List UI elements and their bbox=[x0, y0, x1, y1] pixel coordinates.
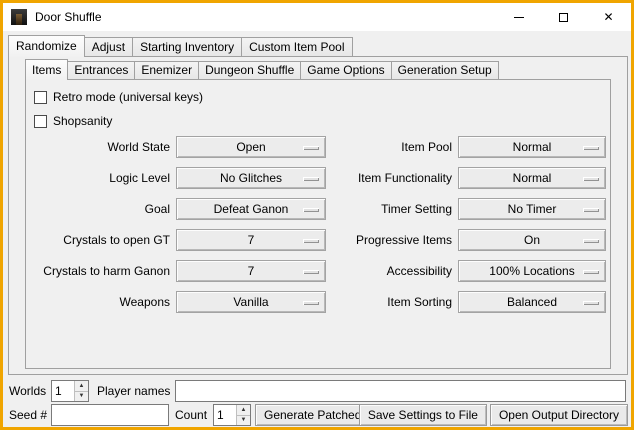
dropdown-indicator-icon bbox=[583, 177, 599, 181]
count-label: Count bbox=[175, 404, 207, 426]
tab-enemizer[interactable]: Enemizer bbox=[134, 61, 199, 79]
item-functionality-dropdown[interactable]: Normal bbox=[458, 167, 606, 189]
dropdown-indicator-icon bbox=[303, 270, 319, 274]
dropdown-indicator-icon bbox=[303, 208, 319, 212]
player-names-input[interactable] bbox=[175, 380, 626, 402]
shopsanity-label: Shopsanity bbox=[53, 114, 112, 128]
dropdown-indicator-icon bbox=[303, 301, 319, 305]
minimize-button[interactable] bbox=[496, 3, 541, 31]
shopsanity-checkbox[interactable]: Shopsanity bbox=[34, 114, 112, 128]
dropdown-indicator-icon bbox=[583, 208, 599, 212]
dropdown-indicator-icon bbox=[583, 270, 599, 274]
window-controls: ✕ bbox=[496, 3, 631, 31]
seed-input[interactable] bbox=[51, 404, 169, 426]
worlds-input[interactable] bbox=[52, 381, 74, 401]
item-sorting-dropdown[interactable]: Balanced bbox=[458, 291, 606, 313]
secondary-tab-bar: Items Entrances Enemizer Dungeon Shuffle… bbox=[25, 58, 498, 79]
logic-level-label: Logic Level bbox=[28, 167, 170, 189]
dropdown-value: Normal bbox=[513, 140, 552, 154]
world-state-dropdown[interactable]: Open bbox=[176, 136, 326, 158]
dropdown-indicator-icon bbox=[583, 301, 599, 305]
weapons-label: Weapons bbox=[28, 291, 170, 313]
item-pool-dropdown[interactable]: Normal bbox=[458, 136, 606, 158]
goal-label: Goal bbox=[28, 198, 170, 220]
dropdown-value: On bbox=[524, 233, 540, 247]
worlds-stepper[interactable]: ▲ ▼ bbox=[51, 380, 89, 402]
dropdown-indicator-icon bbox=[583, 239, 599, 243]
maximize-button[interactable] bbox=[541, 3, 586, 31]
tab-items[interactable]: Items bbox=[25, 59, 68, 80]
progressive-items-dropdown[interactable]: On bbox=[458, 229, 606, 251]
close-icon: ✕ bbox=[603, 11, 613, 23]
tab-randomize[interactable]: Randomize bbox=[8, 35, 85, 57]
dropdown-value: Open bbox=[236, 140, 265, 154]
seed-label: Seed # bbox=[9, 404, 47, 426]
count-spin-down-icon[interactable]: ▼ bbox=[237, 415, 250, 426]
dropdown-value: 7 bbox=[248, 264, 255, 278]
accessibility-label: Accessibility bbox=[330, 260, 452, 282]
item-pool-label: Item Pool bbox=[330, 136, 452, 158]
crystals-open-gt-label: Crystals to open GT bbox=[28, 229, 170, 251]
worlds-spin-down-icon[interactable]: ▼ bbox=[75, 391, 88, 402]
worlds-label: Worlds bbox=[9, 380, 46, 402]
minimize-icon bbox=[514, 17, 524, 18]
timer-setting-dropdown[interactable]: No Timer bbox=[458, 198, 606, 220]
retro-mode-label: Retro mode (universal keys) bbox=[53, 90, 203, 104]
titlebar: Door Shuffle ✕ bbox=[3, 3, 631, 31]
accessibility-dropdown[interactable]: 100% Locations bbox=[458, 260, 606, 282]
tab-custom-item-pool[interactable]: Custom Item Pool bbox=[241, 37, 352, 56]
dropdown-value: Defeat Ganon bbox=[214, 202, 289, 216]
tab-entrances[interactable]: Entrances bbox=[67, 61, 135, 79]
progressive-items-label: Progressive Items bbox=[330, 229, 452, 251]
tab-game-options[interactable]: Game Options bbox=[300, 61, 391, 79]
dropdown-value: No Timer bbox=[508, 202, 557, 216]
primary-tab-bar: Randomize Adjust Starting Inventory Cust… bbox=[8, 34, 352, 56]
tab-generation-setup[interactable]: Generation Setup bbox=[391, 61, 499, 79]
maximize-icon bbox=[559, 13, 568, 22]
dropdown-indicator-icon bbox=[303, 239, 319, 243]
world-state-label: World State bbox=[28, 136, 170, 158]
save-settings-button[interactable]: Save Settings to File bbox=[359, 404, 487, 426]
item-sorting-label: Item Sorting bbox=[330, 291, 452, 313]
bottom-right-buttons: Save Settings to File Open Output Direct… bbox=[359, 404, 628, 426]
crystals-harm-ganon-label: Crystals to harm Ganon bbox=[28, 260, 170, 282]
close-button[interactable]: ✕ bbox=[586, 3, 631, 31]
count-stepper[interactable]: ▲ ▼ bbox=[213, 404, 251, 426]
goal-dropdown[interactable]: Defeat Ganon bbox=[176, 198, 326, 220]
crystals-open-gt-dropdown[interactable]: 7 bbox=[176, 229, 326, 251]
worlds-spin-up-icon[interactable]: ▲ bbox=[75, 381, 88, 391]
dropdown-value: 100% Locations bbox=[489, 264, 574, 278]
weapons-dropdown[interactable]: Vanilla bbox=[176, 291, 326, 313]
tab-starting-inventory[interactable]: Starting Inventory bbox=[132, 37, 242, 56]
item-functionality-label: Item Functionality bbox=[330, 167, 452, 189]
items-pane: Retro mode (universal keys) Shopsanity W… bbox=[25, 79, 611, 369]
open-output-directory-button[interactable]: Open Output Directory bbox=[490, 404, 628, 426]
dropdown-value: Normal bbox=[513, 171, 552, 185]
dropdown-indicator-icon bbox=[583, 146, 599, 150]
retro-mode-checkbox[interactable]: Retro mode (universal keys) bbox=[34, 90, 203, 104]
crystals-harm-ganon-dropdown[interactable]: 7 bbox=[176, 260, 326, 282]
window-title: Door Shuffle bbox=[35, 10, 102, 24]
dropdown-value: Balanced bbox=[507, 295, 557, 309]
dropdown-indicator-icon bbox=[303, 177, 319, 181]
count-spin-up-icon[interactable]: ▲ bbox=[237, 405, 250, 415]
tab-dungeon-shuffle[interactable]: Dungeon Shuffle bbox=[198, 61, 301, 79]
checkbox-box-icon bbox=[34, 91, 47, 104]
player-names-label: Player names bbox=[97, 380, 170, 402]
app-icon[interactable] bbox=[11, 9, 27, 25]
tab-adjust[interactable]: Adjust bbox=[84, 37, 133, 56]
count-input[interactable] bbox=[214, 405, 236, 425]
dropdown-value: 7 bbox=[248, 233, 255, 247]
logic-level-dropdown[interactable]: No Glitches bbox=[176, 167, 326, 189]
dropdown-value: No Glitches bbox=[220, 171, 282, 185]
timer-setting-label: Timer Setting bbox=[330, 198, 452, 220]
checkbox-box-icon bbox=[34, 115, 47, 128]
app-window: Door Shuffle ✕ Randomize Adjust Starting… bbox=[0, 0, 634, 430]
dropdown-indicator-icon bbox=[303, 146, 319, 150]
dropdown-value: Vanilla bbox=[233, 295, 268, 309]
